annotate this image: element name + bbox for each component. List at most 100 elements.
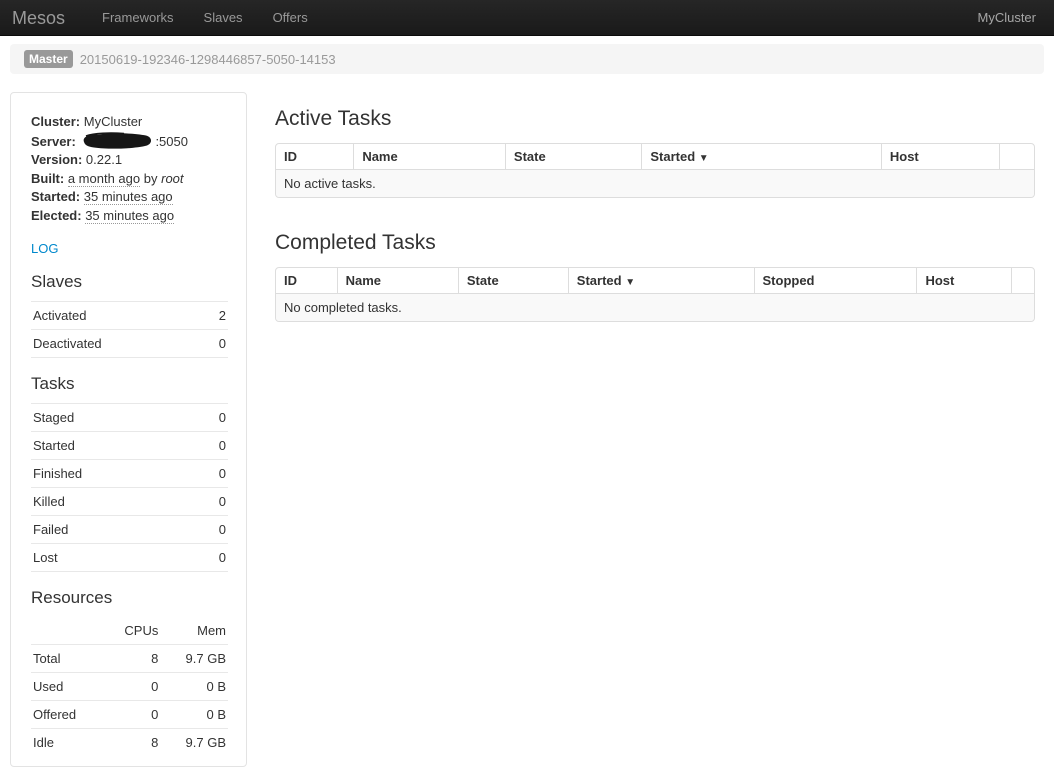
slaves-stats-table: Activated 2 Deactivated 0 bbox=[31, 301, 228, 358]
completed-tasks-table: ID Name State Started ▼ Stopped Host No … bbox=[275, 267, 1035, 322]
completed-col-id[interactable]: ID bbox=[276, 268, 337, 293]
stat-value: 0 bbox=[194, 404, 228, 432]
sidebar-panel: Cluster: MyCluster Server: :5050 Version… bbox=[10, 92, 247, 767]
table-row: No active tasks. bbox=[276, 169, 1034, 197]
active-tasks-table: ID Name State Started ▼ Host No active t… bbox=[275, 143, 1035, 198]
resource-label: Idle bbox=[31, 729, 103, 757]
table-row: Total 8 9.7 GB bbox=[31, 645, 228, 673]
stat-value: 0 bbox=[194, 544, 228, 572]
elected-info-line: Elected: 35 minutes ago bbox=[31, 207, 228, 226]
navbar-cluster-name: MyCluster bbox=[977, 10, 1054, 25]
table-row: Used 0 0 B bbox=[31, 673, 228, 701]
navbar-nav: Frameworks Slaves Offers bbox=[87, 0, 323, 36]
redaction-scribble bbox=[80, 132, 154, 150]
resources-table: CPUs Mem Total 8 9.7 GB Used 0 0 B Offer… bbox=[31, 617, 228, 756]
table-row: Staged 0 bbox=[31, 404, 228, 432]
resources-section-title: Resources bbox=[31, 588, 228, 608]
active-col-host[interactable]: Host bbox=[881, 144, 999, 169]
table-row: Idle 8 9.7 GB bbox=[31, 729, 228, 757]
nav-item-frameworks[interactable]: Frameworks bbox=[87, 0, 189, 36]
table-row: Lost 0 bbox=[31, 544, 228, 572]
log-link[interactable]: LOG bbox=[31, 241, 58, 256]
table-row: Activated 2 bbox=[31, 302, 228, 330]
resource-mem: 9.7 GB bbox=[160, 729, 228, 757]
completed-col-host[interactable]: Host bbox=[916, 268, 1011, 293]
resource-mem: 0 B bbox=[160, 701, 228, 729]
elected-label: Elected: bbox=[31, 208, 82, 223]
server-info-line: Server: :5050 bbox=[31, 132, 228, 152]
started-label: Started: bbox=[31, 189, 80, 204]
started-relative-time: 35 minutes ago bbox=[84, 189, 173, 205]
version-info-line: Version: 0.22.1 bbox=[31, 151, 228, 170]
main-content: Active Tasks ID Name State Started ▼ Hos… bbox=[275, 74, 1035, 322]
stat-label: Failed bbox=[31, 516, 194, 544]
built-info-line: Built: a month ago by root bbox=[31, 170, 228, 189]
table-row: Finished 0 bbox=[31, 460, 228, 488]
completed-tasks-title: Completed Tasks bbox=[275, 231, 1035, 255]
active-col-name[interactable]: Name bbox=[353, 144, 505, 169]
breadcrumb: Master 20150619-192346-1298446857-5050-1… bbox=[10, 44, 1044, 74]
active-col-state[interactable]: State bbox=[505, 144, 641, 169]
resource-cpus: 0 bbox=[103, 701, 161, 729]
completed-col-name[interactable]: Name bbox=[337, 268, 458, 293]
table-row: Started 0 bbox=[31, 432, 228, 460]
table-header-row: ID Name State Started ▼ Host bbox=[276, 144, 1034, 169]
built-user: root bbox=[161, 171, 183, 186]
cluster-value: MyCluster bbox=[84, 114, 143, 129]
stat-label: Activated bbox=[31, 302, 202, 330]
stat-label: Deactivated bbox=[31, 330, 202, 358]
active-col-started[interactable]: Started ▼ bbox=[641, 144, 881, 169]
stat-label: Killed bbox=[31, 488, 194, 516]
resource-mem: 9.7 GB bbox=[160, 645, 228, 673]
resource-cpus: 0 bbox=[103, 673, 161, 701]
resource-cpus: 8 bbox=[103, 729, 161, 757]
active-tasks-empty-message: No active tasks. bbox=[276, 169, 1034, 197]
server-label: Server: bbox=[31, 134, 76, 149]
built-by-text: by bbox=[144, 171, 158, 186]
stat-value: 0 bbox=[202, 330, 228, 358]
brand-link-mesos[interactable]: Mesos bbox=[0, 0, 87, 36]
nav-item-offers[interactable]: Offers bbox=[258, 0, 323, 36]
stat-value: 0 bbox=[194, 516, 228, 544]
stat-label: Started bbox=[31, 432, 194, 460]
nav-item-slaves[interactable]: Slaves bbox=[189, 0, 258, 36]
resource-cpus: 8 bbox=[103, 645, 161, 673]
table-header-row: CPUs Mem bbox=[31, 617, 228, 645]
completed-col-stopped[interactable]: Stopped bbox=[754, 268, 917, 293]
tasks-stats-table: Staged 0 Started 0 Finished 0 Killed 0 F… bbox=[31, 403, 228, 572]
version-label: Version: bbox=[31, 152, 82, 167]
resources-col-cpus: CPUs bbox=[103, 617, 161, 645]
sort-desc-icon: ▼ bbox=[625, 277, 635, 288]
active-col-id[interactable]: ID bbox=[276, 144, 353, 169]
table-row: Failed 0 bbox=[31, 516, 228, 544]
table-header-row: ID Name State Started ▼ Stopped Host bbox=[276, 268, 1034, 293]
built-relative-time: a month ago bbox=[68, 171, 140, 187]
cluster-info-line: Cluster: MyCluster bbox=[31, 113, 228, 132]
completed-col-actions bbox=[1011, 268, 1034, 293]
completed-col-started[interactable]: Started ▼ bbox=[568, 268, 754, 293]
sort-desc-icon: ▼ bbox=[699, 153, 709, 164]
resource-mem: 0 B bbox=[160, 673, 228, 701]
resource-label: Total bbox=[31, 645, 103, 673]
table-row: Offered 0 0 B bbox=[31, 701, 228, 729]
elected-relative-time: 35 minutes ago bbox=[85, 208, 174, 224]
server-port: :5050 bbox=[155, 134, 188, 149]
completed-tasks-empty-message: No completed tasks. bbox=[276, 293, 1034, 321]
stat-value: 0 bbox=[194, 488, 228, 516]
master-id: 20150619-192346-1298446857-5050-14153 bbox=[80, 52, 336, 67]
stat-value: 2 bbox=[202, 302, 228, 330]
resources-col-blank bbox=[31, 617, 103, 645]
stat-label: Lost bbox=[31, 544, 194, 572]
stat-value: 0 bbox=[194, 460, 228, 488]
resource-label: Offered bbox=[31, 701, 103, 729]
active-tasks-title: Active Tasks bbox=[275, 107, 1035, 131]
stat-label: Staged bbox=[31, 404, 194, 432]
table-row: No completed tasks. bbox=[276, 293, 1034, 321]
version-value: 0.22.1 bbox=[86, 152, 122, 167]
stat-label: Finished bbox=[31, 460, 194, 488]
resources-col-mem: Mem bbox=[160, 617, 228, 645]
resource-label: Used bbox=[31, 673, 103, 701]
master-badge: Master bbox=[24, 50, 73, 68]
completed-col-state[interactable]: State bbox=[458, 268, 568, 293]
top-navbar: Mesos Frameworks Slaves Offers MyCluster bbox=[0, 0, 1054, 36]
